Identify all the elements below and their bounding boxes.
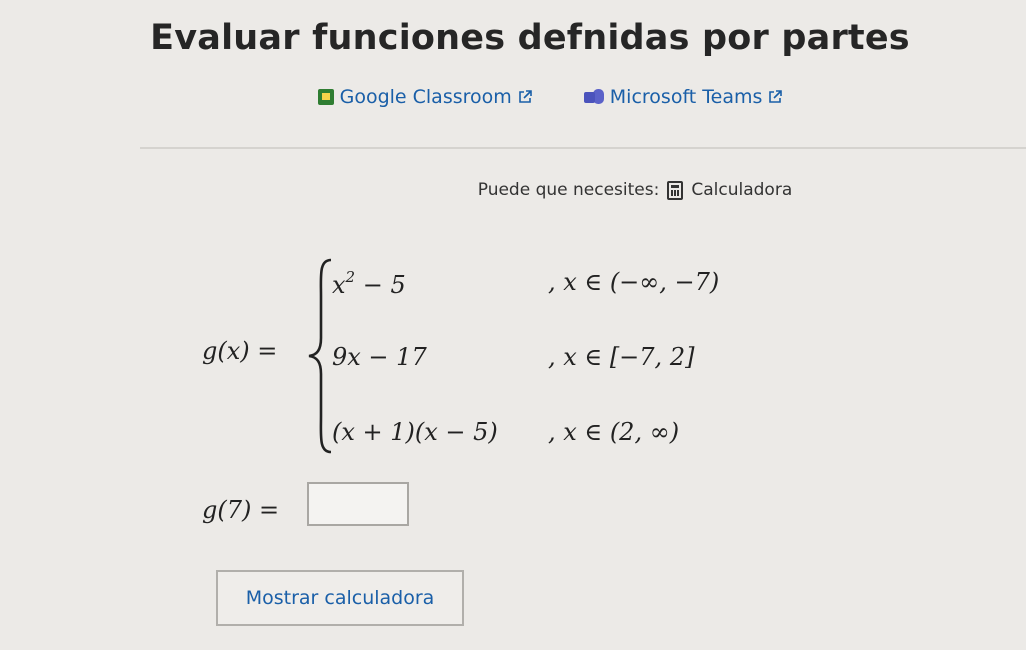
function-lhs: g(x) = <box>202 337 278 365</box>
show-calculator-button[interactable]: Mostrar calculadora <box>216 570 464 626</box>
google-classroom-link[interactable]: Google Classroom <box>317 86 532 108</box>
page-title: Evaluar funciones defnidas por partes <box>150 18 910 58</box>
microsoft-teams-link[interactable]: Microsoft Teams <box>583 86 783 108</box>
microsoft-teams-icon <box>583 89 604 105</box>
question-label: g(7) = <box>202 496 280 524</box>
case-2-expression: 9x − 17 <box>332 343 427 371</box>
section-divider <box>140 147 1026 149</box>
calculator-link[interactable]: Calculadora <box>691 180 792 200</box>
case-1-expression: x2 − 5 <box>332 268 406 299</box>
microsoft-teams-label: Microsoft Teams <box>609 86 763 108</box>
google-classroom-label: Google Classroom <box>339 86 512 108</box>
external-link-icon <box>518 90 532 103</box>
external-link-icon <box>769 90 783 103</box>
answer-input[interactable] <box>307 482 409 526</box>
case-1-domain: , x ∈ (−∞, −7) <box>548 268 720 296</box>
google-classroom-icon <box>317 89 334 105</box>
case-3-domain: , x ∈ (2, ∞) <box>548 418 680 446</box>
tools-prefix: Puede que necesites: <box>477 180 660 200</box>
calculator-icon <box>667 180 684 200</box>
share-links: Google Classroom Microsoft Teams <box>0 86 1026 108</box>
case-3-expression: (x + 1)(x − 5) <box>332 418 498 446</box>
case-2-domain: , x ∈ [−7, 2] <box>548 343 695 371</box>
tools-needed: Puede que necesites: Calculadora <box>0 180 1026 200</box>
